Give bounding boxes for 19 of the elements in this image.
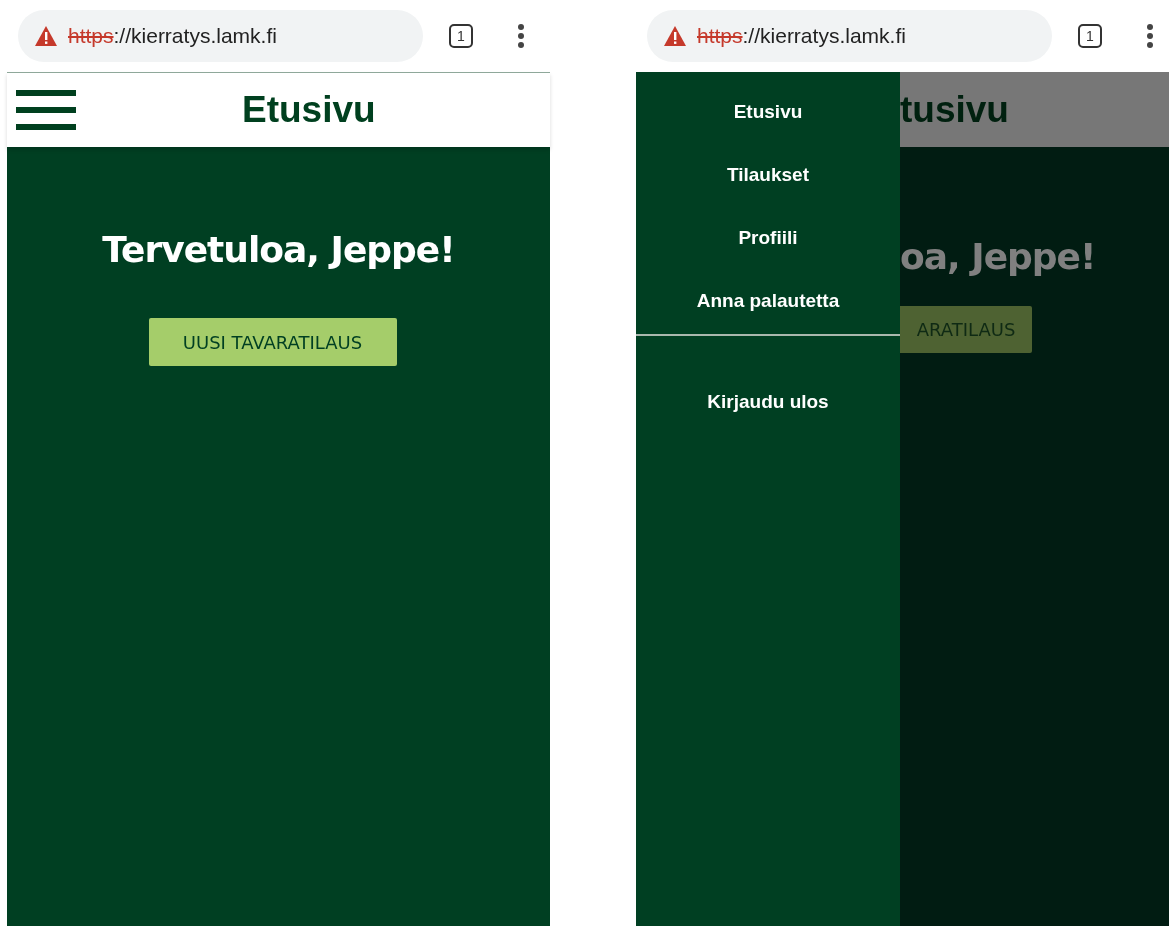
- address-bar[interactable]: https://kierratys.lamk.fi: [18, 10, 423, 62]
- page-title: Etusivu: [242, 89, 376, 131]
- address-bar[interactable]: https://kierratys.lamk.fi: [647, 10, 1052, 62]
- greeting-heading: oa, Jeppe!: [900, 236, 1096, 277]
- drawer-item[interactable]: Anna palautetta: [696, 290, 840, 313]
- page-title: tusivu: [900, 88, 1009, 131]
- more-menu-icon[interactable]: [517, 24, 525, 48]
- drawer-item[interactable]: Kirjaudu ulos: [707, 391, 829, 414]
- tab-count-button[interactable]: 1: [1078, 24, 1102, 48]
- greeting-heading: Tervetuloa, Jeppe!: [102, 229, 455, 270]
- menu-icon[interactable]: [16, 90, 76, 130]
- drawer-item[interactable]: Etusivu: [733, 101, 803, 124]
- more-menu-icon[interactable]: [1146, 24, 1154, 48]
- new-order-button[interactable]: UUSI TAVARATILAUS: [148, 318, 397, 366]
- url-text: https://kierratys.lamk.fi: [68, 24, 277, 48]
- url-text: https://kierratys.lamk.fi: [697, 24, 906, 48]
- tab-count-button[interactable]: 1: [449, 24, 473, 48]
- drawer-item[interactable]: Profiili: [738, 227, 798, 250]
- drawer-item[interactable]: Tilaukset: [727, 164, 809, 187]
